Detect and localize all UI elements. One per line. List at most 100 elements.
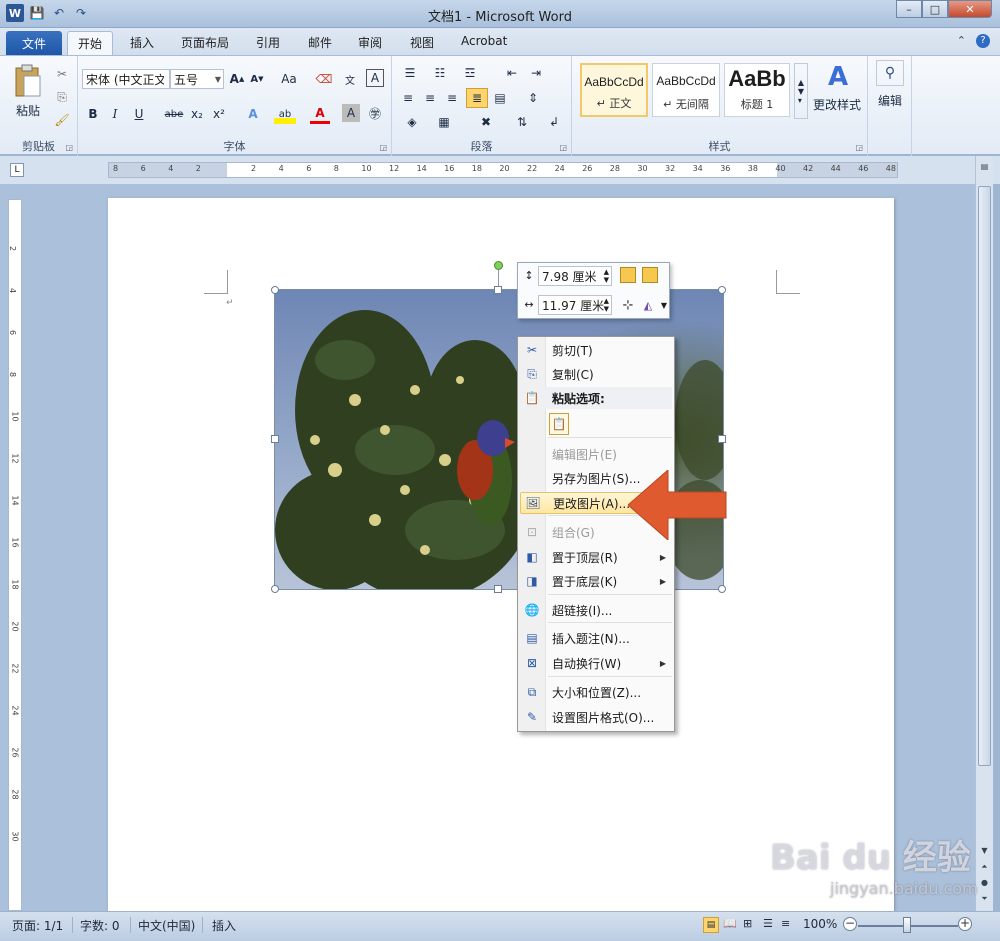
- copy-icon[interactable]: ⎘: [54, 89, 70, 105]
- resize-handle-bottom-right[interactable]: [718, 585, 726, 593]
- grow-font-button[interactable]: A ▲: [228, 69, 246, 89]
- change-styles-label[interactable]: 更改样式: [808, 96, 866, 112]
- previous-page-icon[interactable]: ⏶: [978, 862, 991, 876]
- page-count[interactable]: 页面: 1/1: [12, 917, 63, 934]
- change-styles-icon[interactable]: A: [814, 60, 862, 94]
- tab-page-layout[interactable]: 页面布局: [181, 34, 229, 51]
- font-name-select[interactable]: 宋体 (中文正文): [82, 69, 170, 89]
- resize-handle-right[interactable]: [718, 435, 726, 443]
- style-normal[interactable]: AaBbCcDd ↵ 正文: [580, 63, 648, 117]
- context-menu-item[interactable]: ◨ 置于底层(K) ▶: [520, 570, 672, 592]
- resize-handle-bottom[interactable]: [494, 585, 502, 593]
- strikethrough-button[interactable]: abe: [162, 104, 186, 124]
- crop-icon[interactable]: ⊹: [620, 297, 636, 313]
- enclose-characters-button[interactable]: ㊫: [366, 104, 384, 122]
- tab-file[interactable]: 文件: [6, 31, 62, 55]
- paragraph-launcher-icon[interactable]: ◲: [559, 143, 567, 152]
- print-layout-icon[interactable]: ▤: [703, 917, 719, 933]
- web-layout-icon[interactable]: ⊞: [743, 917, 752, 930]
- tab-home[interactable]: 开始: [67, 31, 114, 56]
- collapse-ribbon-icon[interactable]: ⌃: [957, 34, 966, 48]
- horizontal-ruler[interactable]: 8 6 4 2 2 4 6 8 10 12 14 16 18 20 22 24 26 28 30 32 34 36 38 40…: [108, 162, 898, 178]
- italic-button[interactable]: I: [106, 104, 124, 124]
- view-ruler-icon[interactable]: ▤: [978, 162, 991, 176]
- context-menu-item[interactable]: ⎘ 复制(C): [520, 363, 672, 385]
- font-launcher-icon[interactable]: ◲: [379, 143, 387, 152]
- reading-view-icon[interactable]: 📖: [723, 917, 737, 930]
- borders-icon[interactable]: ▦: [432, 112, 456, 132]
- font-size-select[interactable]: 五号 ▼: [170, 69, 224, 89]
- draft-view-icon[interactable]: ≡: [781, 917, 790, 930]
- tab-references[interactable]: 引用: [256, 34, 280, 51]
- character-border-icon[interactable]: A: [366, 69, 384, 87]
- bold-button[interactable]: B: [84, 104, 102, 124]
- outline-view-icon[interactable]: ☰: [763, 917, 773, 930]
- character-shading-button[interactable]: A: [342, 104, 360, 122]
- vertical-ruler[interactable]: 2 4 6 8 10 12 14 16 18 20 22 24 26 28 30: [8, 199, 22, 911]
- resize-handle-left[interactable]: [271, 435, 279, 443]
- format-painter-icon[interactable]: 🖌: [54, 112, 70, 128]
- clear-format-icon[interactable]: ⌫: [314, 69, 334, 89]
- help-icon[interactable]: ?: [976, 34, 990, 48]
- paste-button[interactable]: [8, 60, 48, 102]
- shading-icon[interactable]: ◈: [400, 112, 424, 132]
- style-heading-1[interactable]: AaBb 标题 1: [724, 63, 790, 117]
- cut-icon[interactable]: ✂: [54, 66, 70, 82]
- tab-insert[interactable]: 插入: [130, 34, 154, 51]
- align-center-icon[interactable]: ≡: [420, 88, 440, 108]
- styles-scroll-icon[interactable]: ▲ ▼ ▾: [794, 63, 808, 119]
- tab-view[interactable]: 视图: [410, 34, 434, 51]
- tab-selector[interactable]: L: [10, 163, 24, 177]
- bullets-icon[interactable]: ☰: [398, 64, 422, 82]
- align-left-icon[interactable]: ≡: [398, 88, 418, 108]
- style-no-spacing[interactable]: AaBbCcDd ↵ 无间隔: [652, 63, 720, 117]
- change-case-button[interactable]: Aa: [276, 69, 302, 89]
- maximize-button[interactable]: □: [922, 0, 948, 18]
- text-effects-button[interactable]: A: [242, 104, 264, 124]
- bring-forward-icon[interactable]: [620, 267, 636, 283]
- width-spinner-icon[interactable]: ▲ ▼: [604, 297, 609, 313]
- tab-review[interactable]: 审阅: [358, 34, 382, 51]
- browse-object-icon[interactable]: ●: [978, 878, 991, 892]
- rotate-dropdown-icon[interactable]: ▼: [656, 297, 672, 313]
- shrink-font-button[interactable]: A ▼: [248, 69, 266, 89]
- resize-handle-bottom-left[interactable]: [271, 585, 279, 593]
- context-menu-item[interactable]: ⧉ 大小和位置(Z)...: [520, 681, 672, 703]
- phonetic-guide-icon[interactable]: 文: [340, 69, 360, 89]
- zoom-level[interactable]: 100%: [803, 917, 837, 931]
- context-menu-item[interactable]: ▤ 插入题注(N)...: [520, 627, 672, 649]
- context-menu-item[interactable]: ◧ 置于顶层(R) ▶: [520, 546, 672, 568]
- height-spinner-icon[interactable]: ▲ ▼: [604, 268, 609, 284]
- zoom-in-button[interactable]: +: [958, 917, 972, 931]
- context-menu-item[interactable]: 🌐 超链接(I)...: [520, 599, 672, 621]
- word-count[interactable]: 字数: 0: [80, 917, 120, 934]
- resize-handle-top-right[interactable]: [718, 286, 726, 294]
- align-right-icon[interactable]: ≡: [442, 88, 462, 108]
- superscript-button[interactable]: x²: [210, 104, 228, 124]
- editing-label[interactable]: 编辑: [870, 92, 910, 108]
- tab-mailings[interactable]: 邮件: [308, 34, 332, 51]
- numbering-icon[interactable]: ☷: [428, 64, 452, 82]
- paste-label[interactable]: 粘贴: [8, 102, 48, 118]
- rotate-objects-icon[interactable]: ◭: [640, 297, 656, 313]
- context-menu-item[interactable]: ✎ 设置图片格式(O)...: [520, 706, 672, 728]
- scroll-down-icon[interactable]: ▼: [978, 846, 991, 860]
- zoom-slider-knob[interactable]: [903, 917, 911, 933]
- language-indicator[interactable]: 中文(中国): [138, 917, 195, 934]
- send-backward-icon[interactable]: [642, 267, 658, 283]
- decrease-indent-icon[interactable]: ⇤: [502, 64, 522, 82]
- subscript-button[interactable]: x₂: [188, 104, 206, 124]
- tab-acrobat[interactable]: Acrobat: [461, 34, 507, 48]
- binoculars-icon[interactable]: ⚲: [876, 60, 904, 86]
- clipboard-launcher-icon[interactable]: ◲: [65, 143, 73, 152]
- resize-handle-top-left[interactable]: [271, 286, 279, 294]
- distributed-icon[interactable]: ▤: [490, 88, 510, 108]
- resize-handle-top[interactable]: [494, 286, 502, 294]
- zoom-out-button[interactable]: −: [843, 917, 857, 931]
- justify-icon[interactable]: ≣: [466, 88, 488, 108]
- context-menu-item[interactable]: ⊠ 自动换行(W) ▶: [520, 652, 672, 674]
- highlight-button[interactable]: ab: [274, 104, 296, 124]
- paste-keep-format-icon[interactable]: 📋: [549, 413, 569, 435]
- vertical-scrollbar[interactable]: ▤ ▼ ⏶ ● ⏷: [975, 156, 993, 912]
- underline-button[interactable]: U: [130, 104, 148, 124]
